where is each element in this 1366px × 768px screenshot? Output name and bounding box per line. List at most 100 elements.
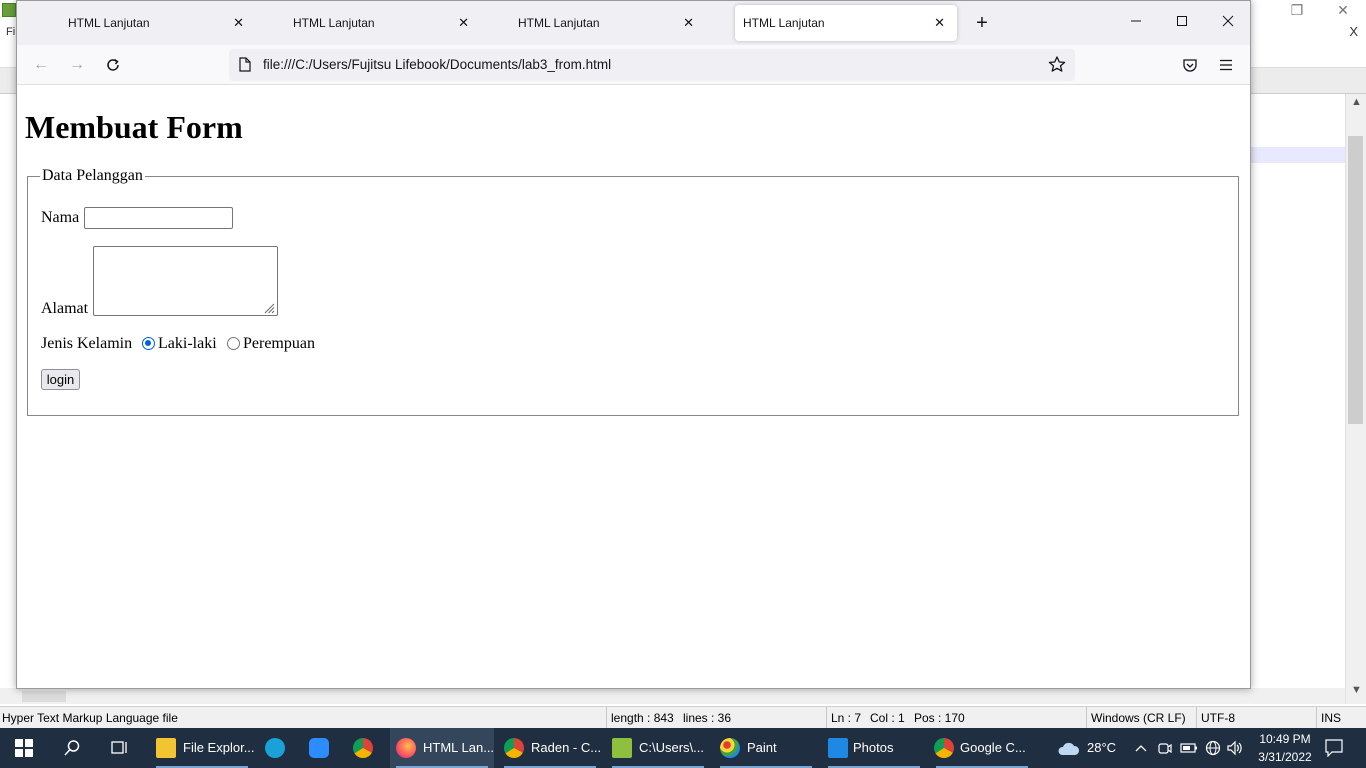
taskbar-notepadpp[interactable]: C:\Users\... xyxy=(606,728,710,768)
radio-laki-laki-label[interactable]: Laki-laki xyxy=(158,334,217,354)
alamat-label: Alamat xyxy=(41,300,89,317)
status-eol: Windows (CR LF) xyxy=(1086,707,1196,729)
editor-scroll-thumb[interactable] xyxy=(1348,136,1363,424)
url-bar[interactable]: file:///C:/Users/Fujitsu Lifebook/Docume… xyxy=(229,49,1075,81)
radio-perempuan[interactable] xyxy=(227,337,240,350)
show-hidden-icons-button[interactable] xyxy=(1132,728,1150,768)
nama-input[interactable] xyxy=(84,207,233,229)
url-text[interactable]: file:///C:/Users/Fujitsu Lifebook/Docume… xyxy=(263,49,611,81)
login-button[interactable]: login xyxy=(41,369,80,390)
app-menu-hamburger-icon[interactable] xyxy=(1211,50,1241,80)
editor-restore-icon[interactable]: ❐ xyxy=(1274,0,1320,22)
taskbar-google-chrome[interactable]: Google C... xyxy=(930,728,1034,768)
taskbar-item-label: HTML Lan... xyxy=(423,740,495,755)
editor-app-icon xyxy=(2,3,16,17)
editor-window-controls: ❐ ✕ xyxy=(1274,0,1366,22)
new-tab-plus-icon[interactable]: + xyxy=(967,9,997,39)
taskbar-chrome-profile[interactable]: Raden - C... xyxy=(498,728,602,768)
editor-code-area[interactable] xyxy=(1250,94,1345,704)
weather-temperature: 28°C xyxy=(1087,740,1117,755)
taskbar-item-label: C:\Users\... xyxy=(639,740,705,755)
taskbar-file-explorer[interactable]: File Explor... xyxy=(150,728,255,768)
bookmark-star-icon[interactable] xyxy=(1045,53,1069,77)
editor-close-document-label[interactable]: X xyxy=(1349,24,1358,39)
meet-now-icon xyxy=(1158,743,1172,754)
nama-label: Nama xyxy=(41,209,80,226)
battery-icon xyxy=(1180,743,1197,753)
tab-bar: HTML Lanjutan ✕ HTML Lanjutan ✕ HTML Lan… xyxy=(17,1,1250,45)
firefox-window: HTML Lanjutan ✕ HTML Lanjutan ✕ HTML Lan… xyxy=(16,0,1251,689)
taskbar-item-label: Paint xyxy=(747,740,777,755)
scroll-up-icon[interactable]: ▲ xyxy=(1346,96,1366,108)
minimize-icon[interactable] xyxy=(1113,1,1159,45)
chrome-icon xyxy=(353,738,373,758)
status-pos: Pos : 170 xyxy=(914,711,965,725)
taskbar-item-label: Raden - C... xyxy=(531,740,602,755)
browser-tab-1[interactable]: HTML Lanjutan ✕ xyxy=(34,5,256,41)
reload-icon[interactable] xyxy=(98,50,128,80)
windows-taskbar: File Explor... HTML Lan... Raden - C... … xyxy=(0,728,1366,768)
radio-perempuan-label[interactable]: Perempuan xyxy=(243,334,315,354)
clock-time: 10:49 PM xyxy=(1259,732,1311,746)
tab-close-icon[interactable]: ✕ xyxy=(458,5,469,41)
task-view-icon xyxy=(111,741,127,754)
tray-battery[interactable] xyxy=(1178,728,1200,768)
browser-tab-4-active[interactable]: HTML Lanjutan ✕ xyxy=(735,5,957,41)
editor-horizontal-scrollbar[interactable] xyxy=(0,688,1345,704)
status-file-type: Hyper Text Markup Language file xyxy=(2,711,178,725)
alamat-textarea[interactable] xyxy=(93,246,278,316)
start-button[interactable] xyxy=(0,728,48,768)
tab-close-icon[interactable]: ✕ xyxy=(683,5,694,41)
status-ln: Ln : 7 xyxy=(826,707,866,729)
tab-title: HTML Lanjutan xyxy=(293,16,375,30)
search-button[interactable] xyxy=(48,728,96,768)
radio-laki-laki[interactable] xyxy=(142,337,155,350)
page-content: Membuat Form Data Pelanggan Nama Alamat … xyxy=(17,86,1250,688)
tray-meet-now[interactable] xyxy=(1154,728,1176,768)
tray-network[interactable] xyxy=(1202,728,1224,768)
chrome-icon xyxy=(934,738,954,758)
taskbar-firefox[interactable]: HTML Lan... xyxy=(390,728,494,768)
browser-tab-3[interactable]: HTML Lanjutan ✕ xyxy=(484,5,706,41)
page-file-icon xyxy=(239,57,251,75)
search-icon xyxy=(64,740,80,756)
taskbar-chrome[interactable] xyxy=(342,728,386,768)
folder-icon xyxy=(156,738,176,758)
status-encoding: UTF-8 xyxy=(1196,707,1316,729)
taskbar-photos[interactable]: Photos xyxy=(822,728,926,768)
back-arrow-icon[interactable]: ← xyxy=(26,50,56,80)
editor-vertical-scrollbar[interactable]: ▲ ▼ xyxy=(1345,94,1366,704)
pocket-icon[interactable] xyxy=(1175,50,1205,80)
tab-close-icon[interactable]: ✕ xyxy=(233,5,244,41)
tray-volume[interactable] xyxy=(1224,728,1246,768)
edge-icon xyxy=(265,738,285,758)
editor-close-icon[interactable]: ✕ xyxy=(1320,0,1366,22)
zoom-icon xyxy=(309,738,329,758)
cloud-icon xyxy=(1058,742,1080,755)
chevron-up-icon xyxy=(1135,745,1147,752)
taskbar-item-label: Photos xyxy=(853,740,894,755)
tab-title: HTML Lanjutan xyxy=(743,16,825,30)
clock-date: 3/31/2022 xyxy=(1258,750,1312,764)
maximize-icon[interactable] xyxy=(1159,1,1205,45)
textarea-resize-grip-icon[interactable] xyxy=(263,301,275,319)
task-view-button[interactable] xyxy=(96,728,144,768)
notifications-button[interactable] xyxy=(1314,728,1354,768)
taskbar-zoom[interactable] xyxy=(298,728,342,768)
taskbar-item-label: Google C... xyxy=(960,740,1026,755)
paint-palette-icon xyxy=(720,738,740,758)
editor-hscroll-thumb[interactable] xyxy=(22,691,66,702)
notification-icon xyxy=(1325,739,1343,757)
tab-close-icon[interactable]: ✕ xyxy=(934,5,945,41)
photos-icon xyxy=(828,738,848,758)
browser-tab-2[interactable]: HTML Lanjutan ✕ xyxy=(259,5,481,41)
editor-status-bar: Hyper Text Markup Language file length :… xyxy=(0,706,1366,729)
taskbar-clock[interactable]: 10:49 PM 3/31/2022 xyxy=(1246,730,1324,766)
scroll-down-icon[interactable]: ▼ xyxy=(1346,684,1366,696)
weather-widget[interactable]: 28°C xyxy=(1054,728,1130,768)
taskbar-edge[interactable] xyxy=(254,728,298,768)
taskbar-paint[interactable]: Paint xyxy=(714,728,818,768)
window-close-icon[interactable] xyxy=(1205,1,1251,45)
forward-arrow-icon[interactable]: → xyxy=(62,50,92,80)
notepadpp-icon xyxy=(612,738,632,758)
